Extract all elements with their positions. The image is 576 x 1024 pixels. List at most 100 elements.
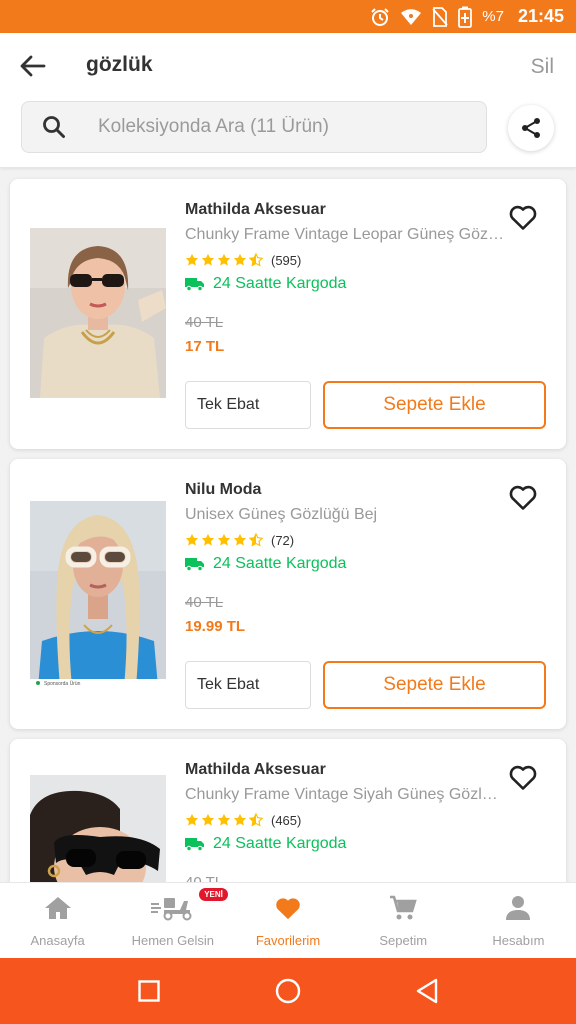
share-button[interactable] [508, 105, 554, 151]
favorites-list[interactable]: Mathilda Aksesuar Chunky Frame Vintage L… [0, 169, 576, 882]
shipping-text: 24 Saatte Kargoda [213, 835, 347, 852]
product-name[interactable]: Chunky Frame Vintage Siyah Güneş Gözlüğü [185, 786, 505, 804]
star-icon [217, 533, 231, 546]
add-to-cart-button[interactable]: Sepete Ekle [323, 381, 546, 429]
clock: 21:45 [517, 6, 564, 26]
star-icon [201, 253, 215, 266]
size-selector[interactable]: Tek Ebat [185, 661, 311, 709]
alarm-icon [370, 7, 390, 27]
star-icon [185, 813, 199, 826]
product-card[interactable]: Mathilda Aksesuar Chunky Frame Vintage L… [10, 179, 566, 449]
star-half-icon [249, 813, 263, 827]
product-name[interactable]: Unisex Güneş Gözlüğü Bej [185, 506, 505, 524]
old-price: 40 TL [185, 594, 224, 611]
heart-outline-icon [509, 765, 537, 790]
truck-icon [185, 838, 204, 851]
rating-stars [185, 813, 263, 827]
cart-icon [389, 893, 417, 923]
star-icon [201, 813, 215, 826]
header: gözlük Sil [0, 33, 576, 168]
product-card[interactable]: Mathilda Aksesuar Chunky Frame Vintage S… [10, 739, 566, 882]
circle-icon [275, 978, 301, 1004]
nav-account[interactable]: Hesabım [461, 883, 576, 958]
product-brand: Mathilda Aksesuar [185, 761, 326, 778]
rating-count: (465) [271, 812, 302, 828]
nav-home[interactable]: Anasayfa [0, 883, 115, 958]
battery-charging-icon [458, 6, 473, 28]
nav-label: Favorilerim [255, 933, 321, 948]
arrow-left-icon [20, 55, 46, 77]
old-price: 40 TL [185, 874, 223, 882]
favorite-button[interactable] [508, 203, 540, 233]
old-price: 40 TL [185, 314, 224, 331]
product-image[interactable] [30, 228, 166, 398]
search-icon [40, 113, 68, 141]
discounted-price: 19.99 TL [185, 618, 246, 635]
product-image[interactable] [30, 775, 166, 882]
star-icon [185, 533, 199, 546]
system-navigation-bar [0, 958, 576, 1024]
shipping-text: 24 Saatte Kargoda [213, 275, 347, 292]
triangle-back-icon [416, 978, 437, 1004]
star-icon [201, 533, 215, 546]
scooter-icon [150, 893, 196, 923]
nav-label: Anasayfa [30, 933, 85, 948]
user-icon [505, 893, 531, 923]
star-icon [185, 253, 199, 266]
image-caption: Sponsorda Ürün [44, 680, 81, 687]
search-input[interactable] [98, 116, 458, 138]
nav-quick-delivery[interactable]: YENİ Hemen Gelsin [115, 883, 230, 958]
product-brand: Nilu Moda [185, 481, 262, 498]
search-box[interactable] [21, 101, 487, 153]
size-selector[interactable]: Tek Ebat [185, 381, 311, 429]
heart-outline-icon [509, 485, 537, 510]
shipping-info: 24 Saatte Kargoda [185, 555, 346, 573]
home-icon [44, 893, 72, 923]
wifi-icon [400, 8, 422, 26]
product-brand: Mathilda Aksesuar [185, 201, 326, 218]
rating-count: (72) [271, 532, 295, 548]
battery-percent: %7 [482, 8, 504, 25]
favorite-button[interactable] [508, 483, 540, 513]
home-button[interactable] [268, 971, 308, 1011]
nav-favorites[interactable]: Favorilerim [230, 883, 345, 958]
rating-row: (595) [185, 251, 301, 269]
nav-label: Hemen Gelsin [131, 933, 214, 948]
shipping-info: 24 Saatte Kargoda [185, 275, 346, 293]
nav-label: Sepetim [379, 933, 428, 948]
nav-cart[interactable]: Sepetim [346, 883, 461, 958]
heart-outline-icon [509, 205, 537, 230]
truck-icon [185, 558, 204, 571]
nav-label: Hesabım [492, 933, 545, 948]
product-card[interactable]: Sponsorda Ürün Nilu Moda Unisex Güneş Gö… [10, 459, 566, 729]
shipping-text: 24 Saatte Kargoda [213, 555, 347, 572]
recent-apps-button[interactable] [129, 971, 169, 1011]
product-image[interactable]: Sponsorda Ürün [30, 501, 166, 687]
delete-button[interactable]: Sil [531, 55, 554, 79]
square-icon [138, 980, 161, 1002]
page-title: gözlük [86, 53, 153, 76]
star-icon [217, 813, 231, 826]
back-system-button[interactable] [407, 971, 447, 1011]
rating-count: (595) [271, 252, 302, 268]
star-half-icon [249, 533, 263, 547]
truck-icon [185, 278, 204, 291]
status-bar: %7 21:45 [0, 0, 576, 33]
rating-row: (465) [185, 811, 301, 829]
back-button[interactable] [18, 51, 48, 81]
add-to-cart-button[interactable]: Sepete Ekle [323, 661, 546, 709]
shipping-info: 24 Saatte Kargoda [185, 835, 346, 853]
rating-row: (72) [185, 531, 294, 549]
rating-stars [185, 253, 263, 267]
favorite-button[interactable] [508, 763, 540, 793]
share-icon [522, 118, 540, 138]
rating-stars [185, 533, 263, 547]
star-icon [233, 533, 247, 546]
star-icon [233, 813, 247, 826]
discounted-price: 17 TL [185, 338, 225, 355]
heart-icon [274, 893, 302, 923]
bottom-navigation: Anasayfa YENİ Hemen Gelsin Favorilerim S… [0, 882, 576, 958]
new-badge: YENİ [199, 888, 228, 901]
product-name[interactable]: Chunky Frame Vintage Leopar Güneş Gözlüğ… [185, 226, 505, 244]
star-icon [217, 253, 231, 266]
